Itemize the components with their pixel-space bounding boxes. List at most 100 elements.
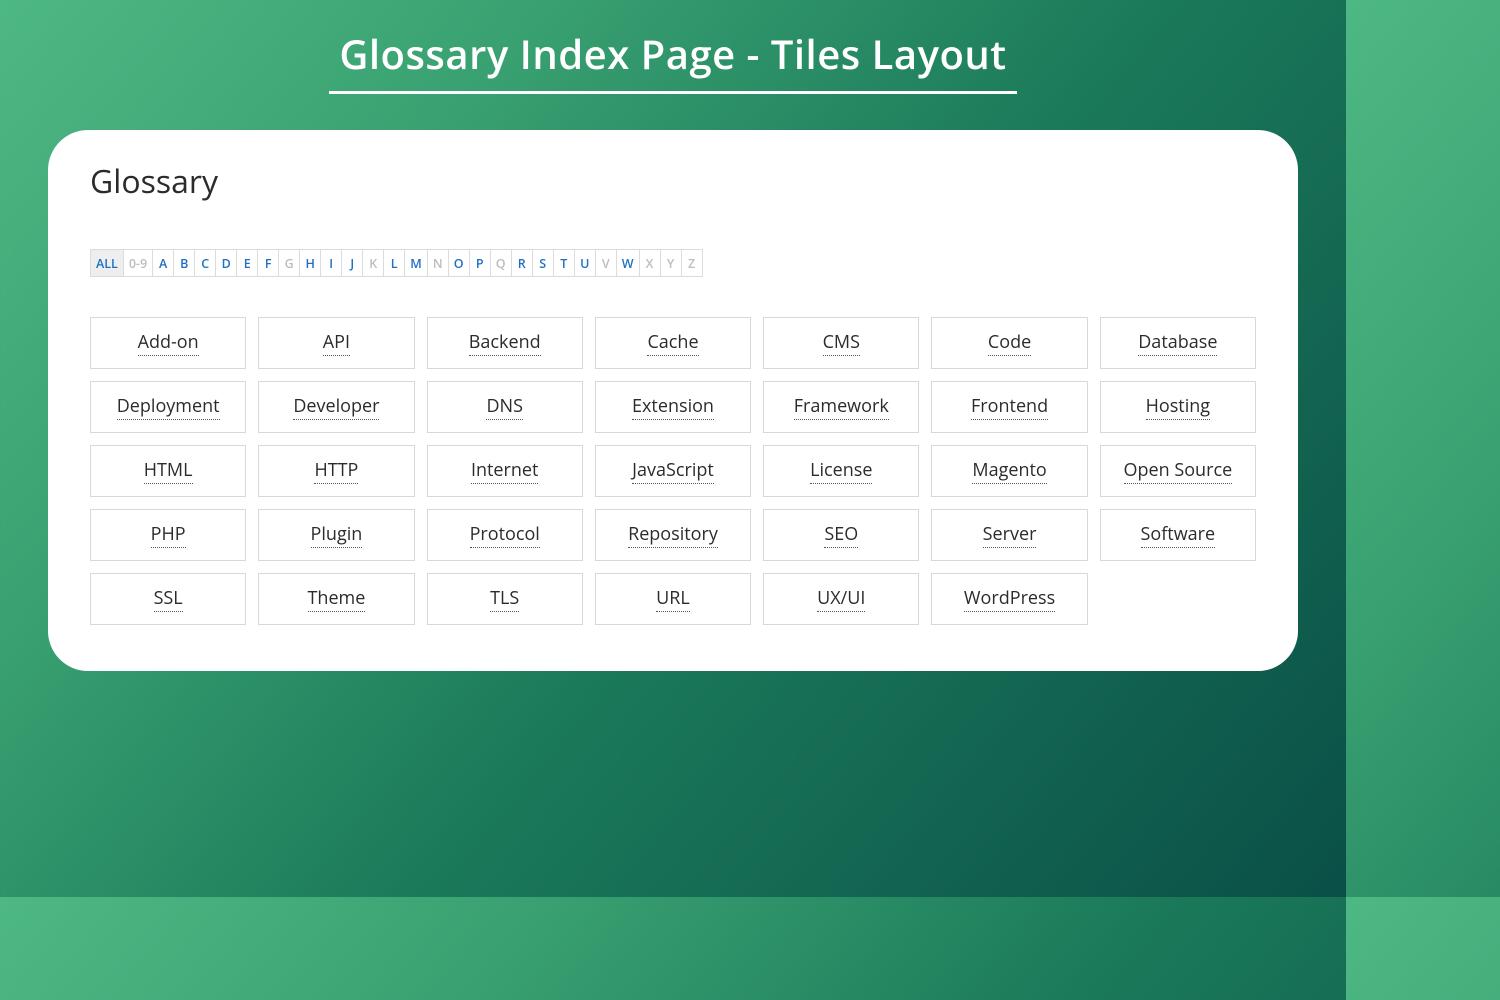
- page-header: Glossary Index Page - Tiles Layout: [0, 20, 1346, 94]
- alpha-filter-b[interactable]: B: [173, 249, 195, 277]
- glossary-tile-label: Server: [983, 522, 1037, 548]
- glossary-tile-label: Frontend: [971, 394, 1048, 420]
- glossary-tile[interactable]: Extension: [595, 381, 751, 433]
- glossary-tile[interactable]: Frontend: [931, 381, 1087, 433]
- alpha-filter-m[interactable]: M: [404, 249, 428, 277]
- alpha-filter-y: Y: [660, 249, 682, 277]
- alpha-filter-w[interactable]: W: [616, 249, 640, 277]
- alpha-filter-v: V: [595, 249, 617, 277]
- alpha-filter-q: Q: [490, 249, 512, 277]
- glossary-tile[interactable]: API: [258, 317, 414, 369]
- glossary-tile[interactable]: Plugin: [258, 509, 414, 561]
- alpha-filter-e[interactable]: E: [236, 249, 258, 277]
- glossary-tile-label: SSL: [154, 586, 183, 612]
- glossary-tile-label: Internet: [471, 458, 539, 484]
- glossary-tile-label: License: [810, 458, 872, 484]
- glossary-tile-label: TLS: [490, 586, 519, 612]
- glossary-tile-label: Magento: [972, 458, 1046, 484]
- glossary-tile[interactable]: License: [763, 445, 919, 497]
- glossary-tile-label: Code: [988, 330, 1031, 356]
- glossary-tile-label: PHP: [151, 522, 186, 548]
- glossary-tile[interactable]: Repository: [595, 509, 751, 561]
- glossary-tile-label: Plugin: [311, 522, 363, 548]
- glossary-tile[interactable]: Database: [1100, 317, 1256, 369]
- alpha-filter-k: K: [362, 249, 384, 277]
- alpha-filter-0-9: 0-9: [123, 249, 153, 277]
- glossary-tile-label: HTML: [144, 458, 193, 484]
- glossary-tile-label: Backend: [469, 330, 541, 356]
- glossary-tile[interactable]: Server: [931, 509, 1087, 561]
- glossary-tile-label: Developer: [293, 394, 379, 420]
- glossary-tile[interactable]: SSL: [90, 573, 246, 625]
- alpha-filter-all[interactable]: ALL: [90, 249, 124, 277]
- glossary-tile[interactable]: Magento: [931, 445, 1087, 497]
- alpha-filter-s[interactable]: S: [532, 249, 554, 277]
- glossary-tile[interactable]: HTTP: [258, 445, 414, 497]
- glossary-tile[interactable]: TLS: [427, 573, 583, 625]
- alpha-filter-p[interactable]: P: [469, 249, 491, 277]
- glossary-tile[interactable]: Framework: [763, 381, 919, 433]
- glossary-tile[interactable]: HTML: [90, 445, 246, 497]
- glossary-tile-label: Open Source: [1124, 458, 1233, 484]
- glossary-tile-label: Theme: [308, 586, 366, 612]
- alpha-filter-r[interactable]: R: [511, 249, 533, 277]
- glossary-tile[interactable]: Backend: [427, 317, 583, 369]
- glossary-tile[interactable]: WordPress: [931, 573, 1087, 625]
- glossary-tile[interactable]: PHP: [90, 509, 246, 561]
- glossary-tile-label: Hosting: [1146, 394, 1210, 420]
- alpha-filter-a[interactable]: A: [152, 249, 174, 277]
- glossary-tile-label: DNS: [486, 394, 522, 420]
- alpha-filter-n: N: [427, 249, 449, 277]
- glossary-tile-label: Deployment: [117, 394, 220, 420]
- glossary-card: Glossary ALL0-9ABCDEFGHIJKLMNOPQRSTUVWXY…: [48, 130, 1298, 671]
- glossary-tile[interactable]: JavaScript: [595, 445, 751, 497]
- glossary-tile-label: SEO: [824, 522, 858, 548]
- glossary-tile[interactable]: URL: [595, 573, 751, 625]
- glossary-tile-label: JavaScript: [632, 458, 714, 484]
- glossary-tile[interactable]: Internet: [427, 445, 583, 497]
- glossary-tile[interactable]: CMS: [763, 317, 919, 369]
- glossary-tile[interactable]: Cache: [595, 317, 751, 369]
- glossary-tile-label: Framework: [794, 394, 889, 420]
- alpha-filter-g: G: [278, 249, 300, 277]
- glossary-tile[interactable]: Protocol: [427, 509, 583, 561]
- page-title: Glossary Index Page - Tiles Layout: [329, 20, 1016, 94]
- alpha-filter-i[interactable]: I: [320, 249, 342, 277]
- glossary-tile[interactable]: DNS: [427, 381, 583, 433]
- glossary-tile[interactable]: Developer: [258, 381, 414, 433]
- glossary-tile-label: API: [323, 330, 350, 356]
- glossary-tile[interactable]: Theme: [258, 573, 414, 625]
- glossary-tile[interactable]: Software: [1100, 509, 1256, 561]
- alpha-filter-c[interactable]: C: [194, 249, 216, 277]
- glossary-tile-label: Add-on: [138, 330, 199, 356]
- alpha-filter-t[interactable]: T: [553, 249, 575, 277]
- glossary-tile[interactable]: UX/UI: [763, 573, 919, 625]
- alpha-filter-z: Z: [681, 249, 703, 277]
- alpha-filter-l[interactable]: L: [383, 249, 405, 277]
- tiles-grid: Add-on API Backend Cache CMS Code Database Depl…: [90, 317, 1256, 625]
- glossary-tile-label: UX/UI: [817, 586, 865, 612]
- glossary-tile-label: Repository: [628, 522, 718, 548]
- glossary-tile-label: Protocol: [470, 522, 540, 548]
- glossary-tile-label: Extension: [632, 394, 714, 420]
- glossary-tile[interactable]: Code: [931, 317, 1087, 369]
- glossary-tile[interactable]: Hosting: [1100, 381, 1256, 433]
- glossary-tile[interactable]: Open Source: [1100, 445, 1256, 497]
- glossary-tile-label: Software: [1141, 522, 1216, 548]
- glossary-tile-label: CMS: [823, 330, 860, 356]
- glossary-tile[interactable]: Add-on: [90, 317, 246, 369]
- alpha-filter: ALL0-9ABCDEFGHIJKLMNOPQRSTUVWXYZ: [90, 249, 1256, 277]
- alpha-filter-u[interactable]: U: [574, 249, 596, 277]
- alpha-filter-j[interactable]: J: [341, 249, 363, 277]
- alpha-filter-o[interactable]: O: [448, 249, 470, 277]
- glossary-tile-label: URL: [656, 586, 690, 612]
- glossary-tile-label: Database: [1138, 330, 1217, 356]
- glossary-tile[interactable]: Deployment: [90, 381, 246, 433]
- glossary-tile-label: WordPress: [964, 586, 1055, 612]
- glossary-tile[interactable]: SEO: [763, 509, 919, 561]
- alpha-filter-f[interactable]: F: [257, 249, 279, 277]
- alpha-filter-d[interactable]: D: [215, 249, 237, 277]
- alpha-filter-h[interactable]: H: [299, 249, 321, 277]
- glossary-tile-label: HTTP: [314, 458, 358, 484]
- glossary-tile-label: Cache: [647, 330, 698, 356]
